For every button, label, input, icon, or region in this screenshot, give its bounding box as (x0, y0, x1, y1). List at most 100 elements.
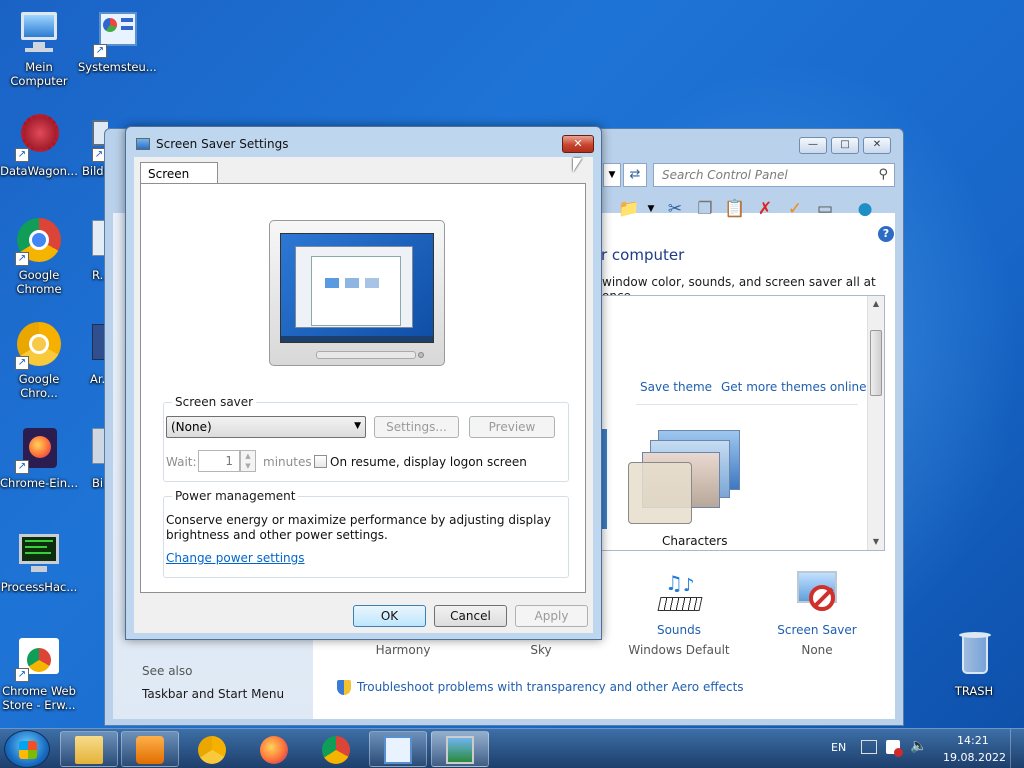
desktop-icon-label: Chrome-Ein... (0, 476, 78, 490)
sky-item[interactable]: Sky (491, 643, 591, 657)
preview-button[interactable]: Preview (469, 416, 555, 438)
apply-button[interactable]: Apply (515, 605, 588, 627)
settings-button[interactable]: Settings... (374, 416, 459, 438)
refresh-button[interactable]: ⇄ (623, 163, 647, 187)
folder-icon (75, 736, 103, 764)
shell-icon[interactable]: ● (853, 197, 877, 221)
chrome-icon: ↗ (15, 216, 63, 266)
taskbar-firefox[interactable] (245, 731, 303, 767)
desktop-icon-processhacker[interactable]: ProcessHac... (0, 528, 78, 594)
checkmark-icon[interactable]: ✓ (783, 197, 807, 221)
folder-icon[interactable]: 📁 (617, 197, 641, 221)
theme-label: Characters (662, 534, 728, 548)
paste-icon[interactable]: 📋 (723, 197, 747, 221)
screen-saver-label: Screen Saver (777, 623, 857, 637)
spin-down-icon[interactable]: ▼ (241, 461, 255, 471)
save-theme-link[interactable]: Save theme (640, 380, 712, 394)
wait-input[interactable]: 1 (198, 450, 240, 472)
see-also-heading: See also (142, 664, 193, 678)
firefox-icon (260, 736, 288, 764)
desktop-icon-chrome-web-store[interactable]: ↗ Chrome Web Store - Erw... (0, 632, 78, 712)
scroll-thumb[interactable] (870, 330, 882, 396)
desktop-icon-my-computer[interactable]: Mein Computer (0, 8, 78, 88)
screen-saver-settings-dialog[interactable]: Screen Saver Settings ✕ Screen Saver S (125, 126, 602, 640)
media-player-icon (136, 736, 164, 764)
desktop-icon-google-chrome-canary[interactable]: ↗ Google Chro... (0, 320, 78, 400)
desktop-icon-datawagon[interactable]: ↗ DataWagon... (0, 112, 78, 178)
screen-saver-settings-icon (136, 138, 150, 150)
sky-label: Sky (530, 643, 552, 657)
taskbar-screen-saver-settings[interactable] (431, 731, 489, 767)
network-icon[interactable] (861, 740, 877, 754)
monitor-preview (269, 220, 445, 366)
divider (636, 404, 858, 405)
spin-up-icon[interactable]: ▲ (241, 451, 255, 461)
properties-icon[interactable]: ▭ (813, 197, 837, 221)
windows-logo-icon (19, 741, 37, 759)
clock-time[interactable]: 14:21 (957, 734, 989, 747)
taskbar-explorer[interactable] (60, 731, 118, 767)
desktop-icon-chrome-ein[interactable]: ↗ Chrome-Ein... (0, 424, 78, 490)
shortcut-arrow-icon: ↗ (93, 44, 107, 58)
taskbar-chrome[interactable] (307, 731, 365, 767)
sounds-label: Sounds (656, 623, 702, 637)
wait-spinner[interactable]: ▲ ▼ (240, 450, 256, 472)
copy-icon[interactable]: ❐ (693, 197, 717, 221)
screen-saver-item[interactable]: Screen Saver None (761, 569, 873, 657)
shield-icon (337, 680, 351, 695)
address-dropdown-button[interactable]: ▼ (603, 163, 621, 187)
taskbar-chrome-canary[interactable] (183, 731, 241, 767)
close-button[interactable]: ✕ (562, 135, 594, 153)
screen-saver-select[interactable]: (None) ▼ (166, 416, 366, 438)
tab-screen-saver[interactable]: Screen Saver (140, 162, 218, 195)
get-more-themes-link[interactable]: Get more themes online (721, 380, 867, 394)
clock-date[interactable]: 19.08.2022 (943, 751, 1006, 764)
desktop-icon-label: Mein Computer (10, 60, 68, 88)
cancel-button[interactable]: Cancel (434, 605, 507, 627)
sounds-item[interactable]: ♫ ♪ Sounds Windows Default (623, 569, 735, 657)
chrome-web-store-icon: ↗ (15, 632, 63, 682)
desktop-icon-google-chrome[interactable]: ↗ Google Chrome (0, 216, 78, 296)
chrome-icon (322, 736, 350, 764)
themes-list[interactable]: Save theme Get more themes online Charac… (595, 295, 885, 551)
process-hacker-icon (15, 528, 63, 576)
shortcut-arrow-icon: ↗ (15, 460, 29, 474)
power-description-line-1: Conserve energy or maximize performance … (166, 513, 551, 527)
action-center-icon[interactable] (886, 740, 903, 757)
wait-label: Wait: (166, 455, 197, 469)
change-power-settings-link[interactable]: Change power settings (166, 551, 305, 565)
screen-saver-group: Screen saver (None) ▼ Settings... Previe… (163, 395, 569, 482)
show-desktop-button[interactable] (1010, 729, 1024, 768)
volume-icon[interactable]: 🔈 (910, 738, 927, 754)
resume-label[interactable]: On resume, display logon screen (330, 455, 527, 469)
scrollbar[interactable]: ▲ ▼ (867, 296, 884, 550)
scroll-down-icon[interactable]: ▼ (868, 534, 884, 550)
taskbar-control-panel[interactable] (369, 731, 427, 767)
taskbar-start-menu-link[interactable]: Taskbar and Start Menu (142, 687, 284, 701)
minimize-button[interactable]: — (799, 137, 827, 154)
resume-checkbox[interactable] (314, 455, 327, 468)
cut-icon[interactable]: ✂ (663, 197, 687, 221)
taskbar-media-player[interactable] (121, 731, 179, 767)
delete-icon[interactable]: ✗ (753, 197, 777, 221)
scroll-up-icon[interactable]: ▲ (868, 296, 884, 312)
desktop-icon-trash[interactable]: TRASH (935, 632, 1013, 698)
start-button[interactable] (4, 730, 50, 768)
search-icon[interactable]: ⚲ (878, 167, 888, 182)
maximize-button[interactable]: □ (831, 137, 859, 154)
close-button[interactable]: ✕ (863, 137, 891, 154)
desktop-icon-control-panel[interactable]: ↗ Systemsteu... (78, 8, 157, 74)
harmony-item[interactable]: Harmony (353, 643, 453, 657)
search-input[interactable]: Search Control Panel ⚲ (653, 163, 895, 187)
screen-saver-group-label: Screen saver (172, 395, 257, 409)
harmony-label: Harmony (375, 643, 431, 657)
ok-button[interactable]: OK (353, 605, 426, 627)
troubleshoot-link[interactable]: Troubleshoot problems with transparency … (357, 680, 744, 694)
chevron-down-icon[interactable]: ▼ (639, 197, 663, 221)
theme-characters[interactable]: Characters (624, 430, 744, 550)
help-icon[interactable]: ? (878, 226, 894, 242)
desktop-icon-label: Google Chro... (18, 372, 60, 400)
language-indicator[interactable]: EN (831, 741, 846, 754)
shortcut-arrow-icon: ↗ (15, 148, 29, 162)
power-management-group: Power management Conserve energy or maxi… (163, 489, 569, 578)
